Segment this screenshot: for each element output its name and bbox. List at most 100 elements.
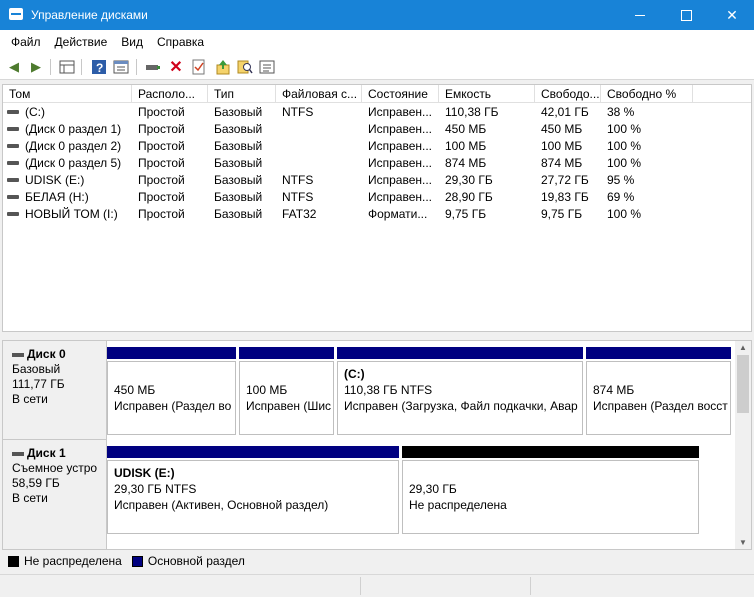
disk-0-name: Диск 0	[27, 347, 66, 361]
partition-size: 450 МБ	[114, 383, 156, 397]
volume-free-percent: 95 %	[607, 173, 635, 187]
partition-e[interactable]: UDISK (E:) 29,30 ГБ NTFS Исправен (Актив…	[107, 446, 399, 534]
disk-map-scrollbar[interactable]: ▲ ▼	[735, 341, 751, 549]
partition-size: 29,30 ГБ NTFS	[114, 482, 197, 496]
volume-row[interactable]: UDISK (E:) Простой Базовый NTFS Исправен…	[3, 172, 751, 189]
close-button[interactable]: ✕	[709, 0, 754, 30]
volume-free: 27,72 ГБ	[541, 173, 589, 187]
pane-splitter[interactable]	[0, 332, 754, 340]
volume-free: 100 МБ	[541, 139, 583, 153]
volume-name: UDISK (E:)	[25, 173, 85, 187]
volume-list[interactable]: Том Располо... Тип Файловая с... Состоян…	[2, 84, 752, 332]
import-icon[interactable]	[214, 58, 232, 76]
forward-arrow-icon[interactable]: ▶	[27, 58, 45, 76]
status-segment	[360, 577, 530, 595]
partition[interactable]: 100 МБ Исправен (Шис	[239, 347, 334, 435]
disk-map[interactable]: Диск 0 Базовый 111,77 ГБ В сети 450 МБ И…	[2, 340, 752, 550]
menu-file[interactable]: Файл	[4, 35, 48, 49]
column-header-free-space[interactable]: Свободо...	[535, 85, 601, 103]
volume-row[interactable]: (Диск 0 раздел 2) Простой Базовый Исправ…	[3, 138, 751, 155]
toolbar: ◀ ▶ ? ✕	[0, 54, 754, 80]
console-icon[interactable]	[112, 58, 130, 76]
back-arrow-icon[interactable]: ◀	[5, 58, 23, 76]
search-disk-icon[interactable]	[236, 58, 254, 76]
column-header-status[interactable]: Состояние	[362, 85, 439, 103]
volume-row[interactable]: НОВЫЙ ТОМ (I:) Простой Базовый FAT32 Фор…	[3, 206, 751, 223]
properties-grid-icon[interactable]	[58, 58, 76, 76]
scroll-thumb[interactable]	[737, 355, 749, 413]
scroll-down-icon[interactable]: ▼	[739, 538, 747, 547]
volume-status: Исправен...	[368, 122, 433, 136]
check-icon[interactable]	[190, 58, 208, 76]
status-segment	[530, 577, 754, 595]
maximize-button[interactable]	[663, 0, 709, 30]
column-header-filesystem[interactable]: Файловая с...	[276, 85, 362, 103]
volume-type: Базовый	[214, 156, 263, 170]
volume-icon	[7, 161, 19, 165]
volume-layout: Простой	[138, 207, 185, 221]
disk-1-status: В сети	[12, 491, 48, 505]
volume-filesystem: NTFS	[282, 105, 314, 119]
volume-name: БЕЛАЯ (H:)	[25, 190, 89, 204]
volume-row[interactable]: (Диск 0 раздел 1) Простой Базовый Исправ…	[3, 121, 751, 138]
disk-0-info[interactable]: Диск 0 Базовый 111,77 ГБ В сети	[3, 341, 107, 439]
disk-icon	[12, 451, 24, 456]
partition-state: Не распределена	[409, 498, 507, 512]
unallocated-space[interactable]: 29,30 ГБ Не распределена	[402, 446, 699, 534]
volume-free-percent: 100 %	[607, 139, 642, 153]
toolbar-separator	[136, 59, 137, 75]
title-bar: Управление дисками ✕	[0, 0, 754, 30]
delete-icon[interactable]: ✕	[167, 58, 185, 76]
volume-row[interactable]: (C:) Простой Базовый NTFS Исправен... 11…	[3, 104, 751, 121]
volume-filesystem	[282, 121, 362, 138]
menu-action[interactable]: Действие	[48, 35, 115, 49]
volume-status: Исправен...	[368, 190, 433, 204]
volume-row[interactable]: (Диск 0 раздел 5) Простой Базовый Исправ…	[3, 155, 751, 172]
volume-name: (Диск 0 раздел 2)	[25, 139, 122, 153]
partition-bar	[586, 347, 731, 359]
column-header-type[interactable]: Тип	[208, 85, 276, 103]
volume-name: (C:)	[25, 105, 45, 119]
volume-type: Базовый	[214, 139, 263, 153]
minimize-button[interactable]	[617, 0, 663, 30]
disk-1-info[interactable]: Диск 1 Съемное устро 58,59 ГБ В сети	[3, 439, 107, 549]
volume-capacity: 9,75 ГБ	[445, 207, 487, 221]
help-icon[interactable]: ?	[90, 58, 108, 76]
volume-status: Исправен...	[368, 156, 433, 170]
disk-1-type: Съемное устро	[12, 461, 98, 475]
menu-help[interactable]: Справка	[150, 35, 211, 49]
scroll-up-icon[interactable]: ▲	[739, 343, 747, 352]
column-header-layout[interactable]: Располо...	[132, 85, 208, 103]
partition-name: (C:)	[344, 367, 365, 381]
column-header-volume[interactable]: Том	[3, 85, 132, 103]
details-icon[interactable]	[258, 58, 276, 76]
partition-bar	[337, 347, 583, 359]
volume-free-percent: 100 %	[607, 122, 642, 136]
volume-type: Базовый	[214, 207, 263, 221]
column-header-free-percent[interactable]: Свободно %	[601, 85, 693, 103]
disk-1-name: Диск 1	[27, 446, 66, 460]
toolbar-separator	[50, 59, 51, 75]
volume-filesystem: NTFS	[282, 190, 314, 204]
volume-capacity: 874 МБ	[445, 156, 487, 170]
volume-list-header: Том Располо... Тип Файловая с... Состоян…	[3, 85, 751, 103]
volume-layout: Простой	[138, 190, 185, 204]
volume-free: 874 МБ	[541, 156, 583, 170]
volume-filesystem: FAT32	[282, 207, 317, 221]
connect-disk-icon[interactable]	[144, 58, 162, 76]
partition[interactable]: 450 МБ Исправен (Раздел во	[107, 347, 236, 435]
volume-row[interactable]: БЕЛАЯ (H:) Простой Базовый NTFS Исправен…	[3, 189, 751, 206]
legend-primary-swatch	[131, 555, 143, 567]
menu-bar: Файл Действие Вид Справка	[0, 30, 754, 54]
partition-state: Исправен (Раздел восст	[593, 399, 728, 413]
partition-c[interactable]: (C:) 110,38 ГБ NTFS Исправен (Загрузка, …	[337, 347, 583, 435]
legend-unallocated-swatch	[8, 555, 19, 567]
disk-0-type: Базовый	[12, 362, 61, 376]
volume-free: 42,01 ГБ	[541, 105, 589, 119]
column-header-capacity[interactable]: Емкость	[439, 85, 535, 103]
volume-icon	[7, 212, 19, 216]
volume-filesystem	[282, 138, 362, 155]
partition[interactable]: 874 МБ Исправен (Раздел восст	[586, 347, 731, 435]
menu-view[interactable]: Вид	[114, 35, 150, 49]
partition-size: 874 МБ	[593, 383, 635, 397]
